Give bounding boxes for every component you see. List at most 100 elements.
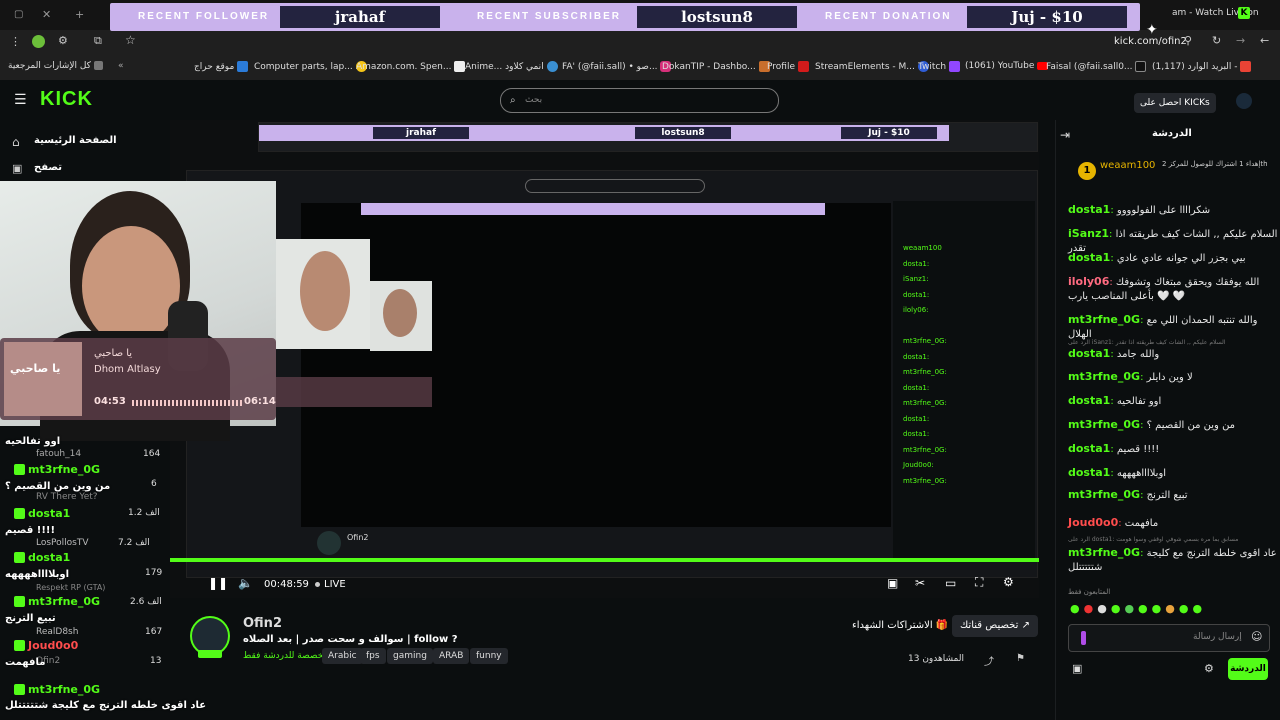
chat-username[interactable]: iSanz1: [1068, 227, 1109, 240]
chat-settings-icon[interactable]: ⚙: [1204, 662, 1214, 675]
search-input[interactable]: ⌕ بحث: [500, 88, 779, 113]
forward-icon[interactable]: →: [1236, 34, 1245, 47]
stream-category[interactable]: مخصصة للدردشة فقط: [243, 651, 328, 661]
chat-username[interactable]: dosta1: [1068, 251, 1110, 264]
tune-icon[interactable]: ⚙: [58, 34, 68, 47]
customize-channel-button[interactable]: تخصيص قناتك ↗: [952, 615, 1038, 637]
sidebar-stream-3[interactable]: LosPollosTV: [36, 538, 89, 548]
new-tab-icon[interactable]: +: [75, 8, 84, 21]
bookmark-9[interactable]: (1061) YouTube: [965, 61, 1052, 71]
chat-username[interactable]: mt3rfne_0G: [1068, 418, 1140, 431]
emote-icon[interactable]: ●: [1084, 602, 1098, 615]
emote-icon[interactable]: ●: [1152, 602, 1166, 615]
emote-icon[interactable]: ●: [1138, 602, 1152, 615]
all-bookmarks[interactable]: كل الإشارات المرجعية: [8, 61, 107, 71]
bookmark-11[interactable]: (1,117) البريد الوارد -: [1152, 61, 1255, 72]
chat-popout-icon[interactable]: ▣: [1072, 662, 1082, 675]
overlay-chat-name-1: mt3rfne_0G: [28, 463, 101, 476]
amazon-icon: [454, 61, 466, 72]
tag-arab[interactable]: ARAB: [433, 648, 470, 664]
bookmark-7[interactable]: StreamElements - M...: [815, 61, 933, 72]
site-settings-icon[interactable]: ⚲: [1184, 34, 1192, 47]
chat-username[interactable]: dosta1: [1068, 466, 1110, 479]
chat-username[interactable]: dosta1: [1068, 347, 1110, 360]
chat-username[interactable]: dosta1: [1068, 442, 1110, 455]
emote-icon[interactable]: ●: [1070, 602, 1084, 615]
overlay-chat-msg-4: تبيع الترنج: [5, 613, 56, 624]
pinned-gift-banner[interactable]: 1 weaam100 إهداء 1 اشتراك للوصول للمركز …: [1064, 156, 1274, 190]
bookmarks-overflow-icon[interactable]: «: [118, 61, 124, 71]
home-icon[interactable]: ⌂: [12, 135, 20, 149]
tag-gaming[interactable]: gaming: [387, 648, 433, 664]
video-player[interactable]: jrahaf lostsun8 Juj - $10 weaam100 dosta…: [170, 120, 1039, 598]
emote-bar[interactable]: ●●●●●●●●●●: [1070, 602, 1266, 616]
collapse-chat-icon[interactable]: ⇥: [1060, 128, 1070, 142]
pause-icon[interactable]: ❚❚: [208, 576, 228, 590]
subscriptions-button[interactable]: الاشتراكات الشهداء 🎁: [846, 615, 954, 637]
chat-username[interactable]: mt3rfne_0G: [1068, 370, 1140, 383]
sidebar-stream-0[interactable]: fatouh_14: [36, 449, 81, 459]
bookmark-0[interactable]: موقع حراج: [194, 61, 252, 72]
live-label[interactable]: LIVE: [324, 579, 346, 590]
theater-icon[interactable]: ▭: [945, 576, 956, 590]
chat-username[interactable]: mt3rfne_0G: [1068, 488, 1140, 501]
tag-fps[interactable]: fps: [360, 648, 386, 664]
tag-arabic[interactable]: Arabic: [322, 648, 363, 664]
bookmark-5[interactable]: DokanTIP - Dashbo...: [662, 61, 774, 72]
bookmark-3[interactable]: Anime... انمي كلاود: [465, 61, 562, 72]
emote-icon[interactable]: ●: [1192, 602, 1206, 615]
subscriptions-label: الاشتراكات الشهداء: [852, 620, 933, 631]
pip-icon[interactable]: ▣: [887, 576, 898, 590]
chat-username[interactable]: iloly06: [1068, 275, 1109, 288]
hamburger-menu-icon[interactable]: ☰: [14, 92, 27, 108]
user-avatar[interactable]: [1236, 93, 1252, 109]
live-progress-bar[interactable]: [170, 558, 1039, 562]
window-menu-icon[interactable]: ▢: [14, 9, 23, 20]
sidebar-stream-1[interactable]: RV There Yet?: [36, 492, 98, 502]
customize-channel-label: تخصيص قناتك: [960, 620, 1019, 631]
volume-icon[interactable]: 🔈: [238, 576, 253, 590]
bookmark-10[interactable]: Faisal (@faii.sall0...: [1046, 61, 1150, 72]
bookmark-1[interactable]: Computer parts, lap...: [254, 61, 371, 72]
chat-message: mt3rfne_0G: والله تنتبه الحمدان اللي مع …: [1068, 313, 1278, 342]
bookmark-2[interactable]: Amazon.com. Spen...: [356, 61, 469, 72]
report-flag-icon[interactable]: ⚑: [1016, 653, 1025, 664]
emoji-picker-icon[interactable]: ☺: [1251, 630, 1262, 643]
kick-logo[interactable]: KICK: [40, 88, 93, 111]
streamer-name[interactable]: Ofin2: [243, 616, 282, 631]
extensions-icon[interactable]: ⧉: [94, 34, 102, 48]
chat-input[interactable]: إرسال رسالة ☺: [1068, 624, 1270, 652]
reload-icon[interactable]: ↻: [1212, 34, 1221, 47]
kick-badge-icon: [14, 552, 25, 563]
emote-icon[interactable]: ●: [1179, 602, 1193, 615]
clip-icon[interactable]: ✂: [915, 576, 925, 590]
emote-icon[interactable]: ●: [1124, 602, 1138, 615]
chat-username[interactable]: mt3rfne_0G: [1068, 546, 1140, 559]
tab-close-icon[interactable]: ✕: [42, 8, 51, 21]
tag-funny[interactable]: funny: [470, 648, 508, 664]
nav-home[interactable]: الصفحة الرئيسية: [34, 135, 117, 146]
profile-avatar-icon[interactable]: [32, 35, 45, 48]
bookmark-6[interactable]: Profile: [767, 61, 813, 72]
bookmark-8[interactable]: Twitch: [918, 61, 964, 72]
emote-icon[interactable]: ●: [1097, 602, 1111, 615]
fullscreen-icon[interactable]: ⛶: [975, 575, 983, 590]
chat-send-button[interactable]: الدردشة: [1228, 658, 1268, 680]
emote-icon[interactable]: ●: [1111, 602, 1125, 615]
more-menu-icon[interactable]: ⋮: [10, 35, 21, 48]
chat-username[interactable]: dosta1: [1068, 394, 1110, 407]
bookmark-star-icon[interactable]: ☆: [125, 33, 136, 47]
browse-icon[interactable]: ▣: [12, 162, 22, 175]
sidebar-stream-6[interactable]: RealD8sh: [36, 627, 78, 637]
chat-username[interactable]: dosta1: [1068, 203, 1110, 216]
sidebar-stream-5[interactable]: Respekt RP (GTA): [36, 583, 105, 592]
emote-icon[interactable]: ●: [1165, 602, 1179, 615]
settings-gear-icon[interactable]: ⚙: [1003, 575, 1014, 589]
nav-browse[interactable]: تصفح: [34, 162, 62, 173]
share-icon[interactable]: ⤴: [984, 653, 994, 668]
back-icon[interactable]: ←: [1260, 34, 1269, 47]
chat-username[interactable]: mt3rfne_0G: [1068, 313, 1140, 326]
chat-username[interactable]: Joud0o0: [1068, 516, 1118, 529]
bookmark-4[interactable]: FA' (@faii.sall) • صو...: [562, 61, 675, 72]
get-kicks-button[interactable]: احصل على KICKs: [1134, 93, 1216, 113]
